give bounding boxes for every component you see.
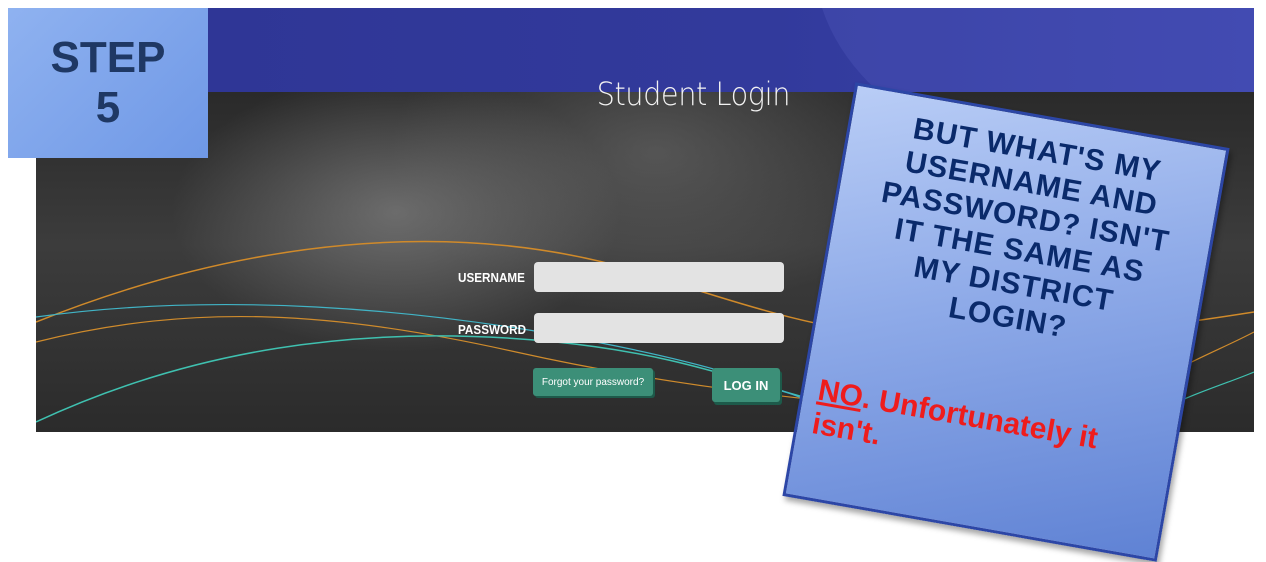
password-input[interactable] bbox=[534, 313, 784, 343]
login-title: Student Login bbox=[596, 75, 791, 113]
forgot-password-button[interactable]: Forgot your password? bbox=[533, 368, 653, 396]
step-label: STEP bbox=[50, 33, 166, 82]
login-button[interactable]: LOG IN bbox=[712, 368, 780, 402]
username-label: USERNAME bbox=[458, 270, 525, 285]
callout-note: BUT WHAT'S MY USERNAME AND PASSWORD? ISN… bbox=[782, 82, 1230, 562]
password-label: PASSWORD bbox=[458, 322, 527, 337]
username-input[interactable] bbox=[534, 262, 784, 292]
step-indicator: STEP 5 bbox=[8, 8, 208, 158]
callout-answer: NO. Unfortunately it isn't. bbox=[809, 374, 1165, 502]
step-number: 5 bbox=[95, 83, 121, 132]
callout-question: BUT WHAT'S MY USERNAME AND PASSWORD? ISN… bbox=[879, 112, 1172, 345]
